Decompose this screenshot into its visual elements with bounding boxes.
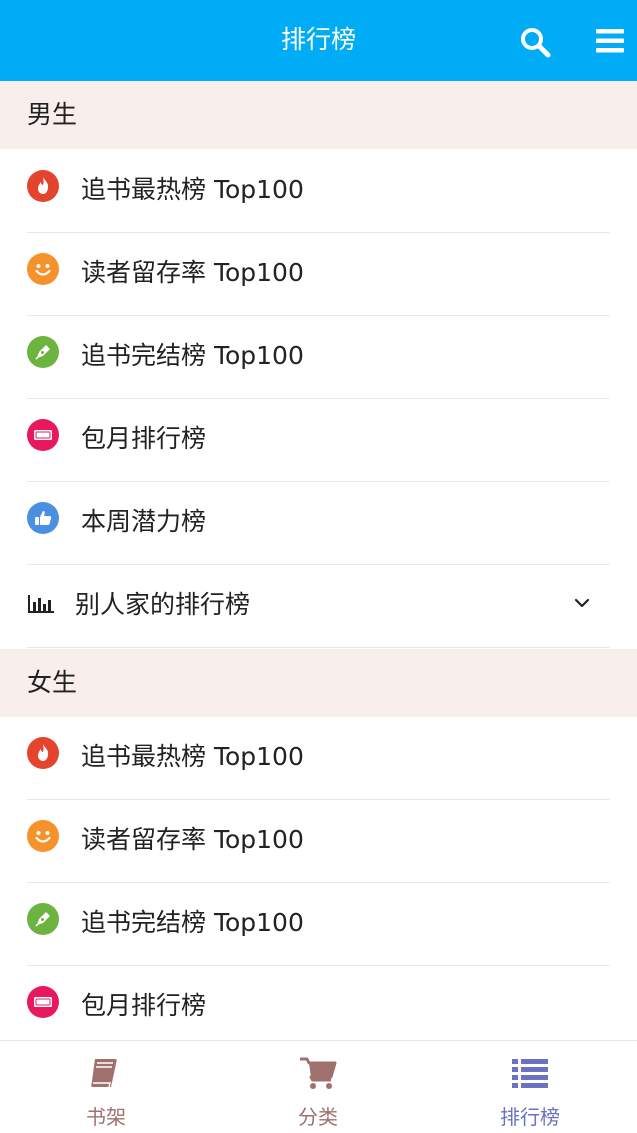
tab-label: 分类: [298, 1105, 338, 1129]
rank-item-female-monthly[interactable]: 包月排行榜: [0, 966, 637, 1049]
hamburger-menu-icon[interactable]: [594, 27, 626, 55]
ticket-icon: [27, 986, 59, 1018]
rank-item-label: 本周潜力榜: [81, 507, 207, 536]
rank-item-label: 追书完结榜 Top100: [81, 908, 304, 937]
pen-icon: [27, 336, 59, 368]
thumbs-up-icon: [27, 502, 59, 534]
section-header-female: 女生: [0, 649, 637, 717]
tab-label: 书架: [86, 1105, 126, 1129]
list-icon: [512, 1059, 548, 1088]
flame-icon: [27, 737, 59, 769]
rank-item-male-potential[interactable]: 本周潜力榜: [0, 482, 637, 565]
rank-item-label: 追书完结榜 Top100: [81, 341, 304, 370]
pen-icon: [27, 903, 59, 935]
rank-item-female-retention[interactable]: 读者留存率 Top100: [0, 800, 637, 883]
rank-item-label: 追书最热榜 Top100: [81, 742, 304, 771]
smiley-icon: [27, 253, 59, 285]
bottom-navigation: 书架 分类 排行榜: [0, 1040, 637, 1133]
section-title: 男生: [27, 100, 78, 129]
rank-item-label: 追书最热榜 Top100: [81, 175, 304, 204]
tab-categories[interactable]: 分类: [212, 1041, 424, 1133]
rank-item-male-hot[interactable]: 追书最热榜 Top100: [0, 150, 637, 233]
other-rankings-label: 别人家的排行榜: [75, 590, 251, 619]
section-header-male: 男生: [0, 81, 637, 149]
cart-icon: [300, 1057, 337, 1089]
tab-label: 排行榜: [500, 1105, 560, 1129]
rank-item-female-hot[interactable]: 追书最热榜 Top100: [0, 717, 637, 800]
tab-rankings[interactable]: 排行榜: [424, 1041, 636, 1133]
other-rankings-toggle[interactable]: 别人家的排行榜: [0, 565, 637, 648]
section-title: 女生: [27, 668, 78, 697]
book-icon: [91, 1059, 117, 1088]
search-icon[interactable]: [519, 26, 551, 58]
flame-icon: [27, 170, 59, 202]
divider: [27, 647, 610, 648]
ticket-icon: [27, 419, 59, 451]
rank-item-male-finished[interactable]: 追书完结榜 Top100: [0, 316, 637, 399]
rank-item-male-retention[interactable]: 读者留存率 Top100: [0, 233, 637, 316]
rank-item-label: 读者留存率 Top100: [81, 258, 304, 287]
rank-item-label: 包月排行榜: [81, 424, 207, 453]
rank-item-label: 包月排行榜: [81, 991, 207, 1020]
rank-item-male-monthly[interactable]: 包月排行榜: [0, 399, 637, 482]
top-app-bar: 排行榜: [0, 0, 637, 81]
rank-item-female-finished[interactable]: 追书完结榜 Top100: [0, 883, 637, 966]
rank-item-label: 读者留存率 Top100: [81, 825, 304, 854]
smiley-icon: [27, 820, 59, 852]
chevron-down-icon[interactable]: [572, 593, 592, 613]
bar-chart-icon: [28, 595, 54, 613]
tab-bookshelf[interactable]: 书架: [0, 1041, 212, 1133]
